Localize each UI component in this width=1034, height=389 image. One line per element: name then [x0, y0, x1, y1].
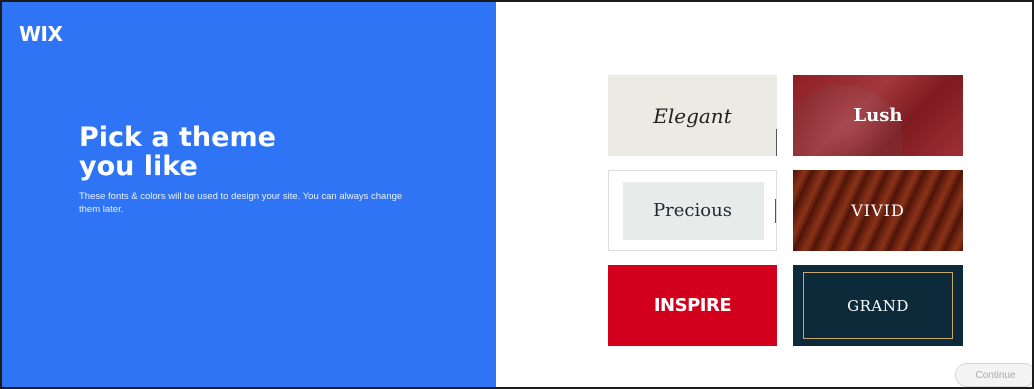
theme-card-precious[interactable]: Precious — [608, 170, 777, 251]
theme-label-lush: Lush — [853, 105, 903, 126]
card-edge-divider — [776, 129, 777, 156]
continue-button[interactable]: Continue — [955, 363, 1032, 387]
intro-description: These fonts & colors will be used to des… — [79, 191, 403, 215]
card-edge-divider — [775, 199, 776, 223]
theme-label-grand: GRAND — [847, 296, 909, 315]
page-title: Pick a theme you like — [79, 123, 439, 181]
theme-label-inspire: INSPIRE — [653, 295, 732, 316]
theme-card-inspire[interactable]: INSPIRE — [608, 265, 777, 346]
theme-label-vivid: VIVID — [851, 201, 905, 220]
page-title-line-1: Pick a theme — [79, 122, 276, 153]
theme-card-elegant[interactable]: Elegant — [608, 75, 777, 156]
theme-picker: Elegant Lush Precious VIVID INSPIRE GRAN… — [496, 2, 1032, 387]
page-title-line-2: you like — [79, 151, 198, 182]
theme-card-grand[interactable]: GRAND — [793, 265, 963, 346]
theme-card-lush[interactable]: Lush — [793, 75, 963, 156]
theme-label-elegant: Elegant — [653, 103, 732, 128]
intro-panel: WIX Pick a theme you like These fonts & … — [2, 2, 496, 387]
theme-label-precious: Precious — [653, 200, 732, 221]
theme-card-vivid[interactable]: VIVID — [793, 170, 963, 251]
wix-logo: WIX — [19, 22, 63, 46]
app-window: WIX Pick a theme you like These fonts & … — [0, 0, 1034, 389]
